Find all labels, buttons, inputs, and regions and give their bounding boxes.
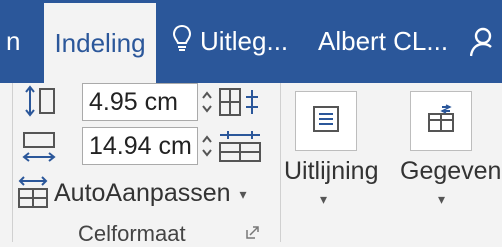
autofit-button[interactable]: AutoAanpassen ▾: [54, 179, 247, 208]
divider: [280, 83, 281, 242]
width-spinner[interactable]: [200, 131, 214, 161]
height-input[interactable]: 4.95 cm: [82, 83, 198, 121]
tab-partial[interactable]: n: [6, 0, 20, 83]
width-input[interactable]: 14.94 cm: [82, 127, 198, 165]
distribute-rows-icon[interactable]: [218, 87, 262, 122]
divider: [12, 83, 13, 242]
chevron-down-icon[interactable]: ▾: [438, 191, 445, 208]
tab-albert[interactable]: Albert CL...: [318, 0, 448, 83]
uitlijning-button[interactable]: [295, 91, 357, 151]
tab-indeling[interactable]: Indeling: [44, 0, 156, 83]
chevron-down-icon: ▾: [239, 185, 247, 202]
alignment-icon: [311, 104, 341, 139]
gegevens-label[interactable]: Gegevens: [400, 157, 502, 186]
ribbon: 4.95 cm 14.94 cm AutoAanpassen ▾ Celform…: [0, 83, 502, 246]
group-label-celformaat: Celformaat: [78, 221, 186, 246]
person-icon[interactable]: [470, 0, 500, 83]
chevron-down-icon[interactable]: ▾: [320, 191, 327, 208]
row-height-icon: [22, 85, 56, 122]
tab-uitleg[interactable]: Uitleg...: [172, 0, 288, 83]
dialog-launcher-icon[interactable]: [246, 225, 260, 244]
height-spinner[interactable]: [200, 87, 214, 117]
uitlijning-label[interactable]: Uitlijning: [284, 157, 378, 186]
autofit-icon: [16, 175, 52, 214]
data-icon: [426, 103, 456, 139]
distribute-columns-icon[interactable]: [218, 131, 262, 168]
lightbulb-icon: [172, 24, 192, 59]
tab-bar: n Indeling Uitleg... Albert CL...: [0, 0, 502, 83]
column-width-icon: [22, 131, 58, 170]
gegevens-button[interactable]: [410, 91, 472, 151]
